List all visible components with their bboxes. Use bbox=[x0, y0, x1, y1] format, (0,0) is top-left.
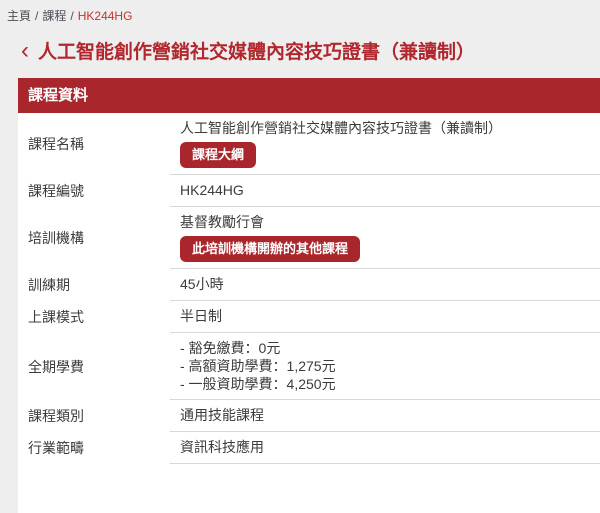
panel-header: 課程資料 bbox=[18, 78, 600, 113]
breadcrumb-separator: / bbox=[35, 9, 39, 23]
row-value-text: 基督教勵行會 bbox=[180, 214, 264, 230]
row-label: 訓練期 bbox=[28, 277, 70, 293]
table-row: 課程類別 通用技能課程 bbox=[28, 400, 600, 432]
table-row: 訓練期 45小時 bbox=[28, 269, 600, 301]
row-label: 課程編號 bbox=[28, 183, 84, 199]
row-value-text: 通用技能課程 bbox=[180, 407, 264, 423]
row-value: HK244HG bbox=[170, 175, 600, 207]
page-title: 人工智能創作營銷社交媒體內容技巧證書（兼讀制） bbox=[38, 42, 476, 63]
breadcrumb-separator: / bbox=[70, 9, 74, 23]
table-row: 全期學費 - 豁免繳費：0元 - 高額資助學費：1,275元 - 一般資助學費：4,… bbox=[28, 333, 600, 400]
row-value: 人工智能創作營銷社交媒體內容技巧證書（兼讀制） 課程大綱 bbox=[170, 113, 600, 175]
row-value: 45小時 bbox=[170, 269, 600, 301]
fee-line: - 豁免繳費：0元 bbox=[180, 340, 281, 356]
row-value: 資訊科技應用 bbox=[170, 432, 600, 464]
row-action-button[interactable]: 此培訓機構開辦的其他課程 bbox=[180, 236, 361, 262]
course-info-panel: 課程資料 課程名稱 人工智能創作營銷社交媒體內容技巧證書（兼讀制） 課程大綱 課程… bbox=[18, 78, 600, 513]
breadcrumb-link-home[interactable]: 主頁 bbox=[7, 9, 31, 23]
row-value-text: HK244HG bbox=[180, 182, 244, 198]
row-value-text: 人工智能創作營銷社交媒體內容技巧證書（兼讀制） bbox=[180, 120, 502, 136]
row-value: - 豁免繳費：0元 - 高額資助學費：1,275元 - 一般資助學費：4,250元 bbox=[170, 333, 600, 400]
breadcrumb-link-courses[interactable]: 課程 bbox=[42, 9, 66, 23]
breadcrumb-current: HK244HG bbox=[77, 9, 133, 23]
row-value: 基督教勵行會此培訓機構開辦的其他課程 bbox=[170, 207, 600, 269]
row-label: 全期學費 bbox=[28, 358, 84, 375]
row-value-text: 45小時 bbox=[180, 276, 224, 292]
table-row: 行業範疇 資訊科技應用 bbox=[28, 432, 600, 464]
row-label: 課程名稱 bbox=[28, 136, 84, 152]
table-row: 培訓機構 基督教勵行會此培訓機構開辦的其他課程 bbox=[28, 207, 600, 269]
course-info-table: 課程名稱 人工智能創作營銷社交媒體內容技巧證書（兼讀制） 課程大綱 課程編號 HK… bbox=[18, 113, 600, 513]
row-label: 行業範疇 bbox=[28, 440, 84, 456]
row-value: 半日制 bbox=[170, 301, 600, 333]
row-value-text: 資訊科技應用 bbox=[180, 439, 264, 455]
page-title-row: ‹ 人工智能創作營銷社交媒體內容技巧證書（兼讀制） bbox=[21, 39, 590, 66]
table-row: 課程名稱 人工智能創作營銷社交媒體內容技巧證書（兼讀制） 課程大綱 bbox=[28, 113, 600, 175]
row-value-text: 半日制 bbox=[180, 308, 222, 324]
table-row: 上課模式 半日制 bbox=[28, 301, 600, 333]
row-label: 課程類別 bbox=[28, 408, 84, 424]
row-label: 培訓機構 bbox=[28, 230, 84, 246]
breadcrumb: 主頁 / 課程 / HK244HG bbox=[0, 0, 600, 23]
row-label: 上課模式 bbox=[28, 309, 84, 325]
row-action-button[interactable]: 課程大綱 bbox=[180, 142, 257, 168]
chevron-left-icon[interactable]: ‹ bbox=[21, 39, 29, 63]
row-value: 通用技能課程 bbox=[170, 400, 600, 432]
fee-line: - 高額資助學費：1,275元 bbox=[180, 358, 336, 374]
table-row: 課程編號 HK244HG bbox=[28, 175, 600, 207]
fee-line: - 一般資助學費：4,250元 bbox=[180, 376, 336, 392]
